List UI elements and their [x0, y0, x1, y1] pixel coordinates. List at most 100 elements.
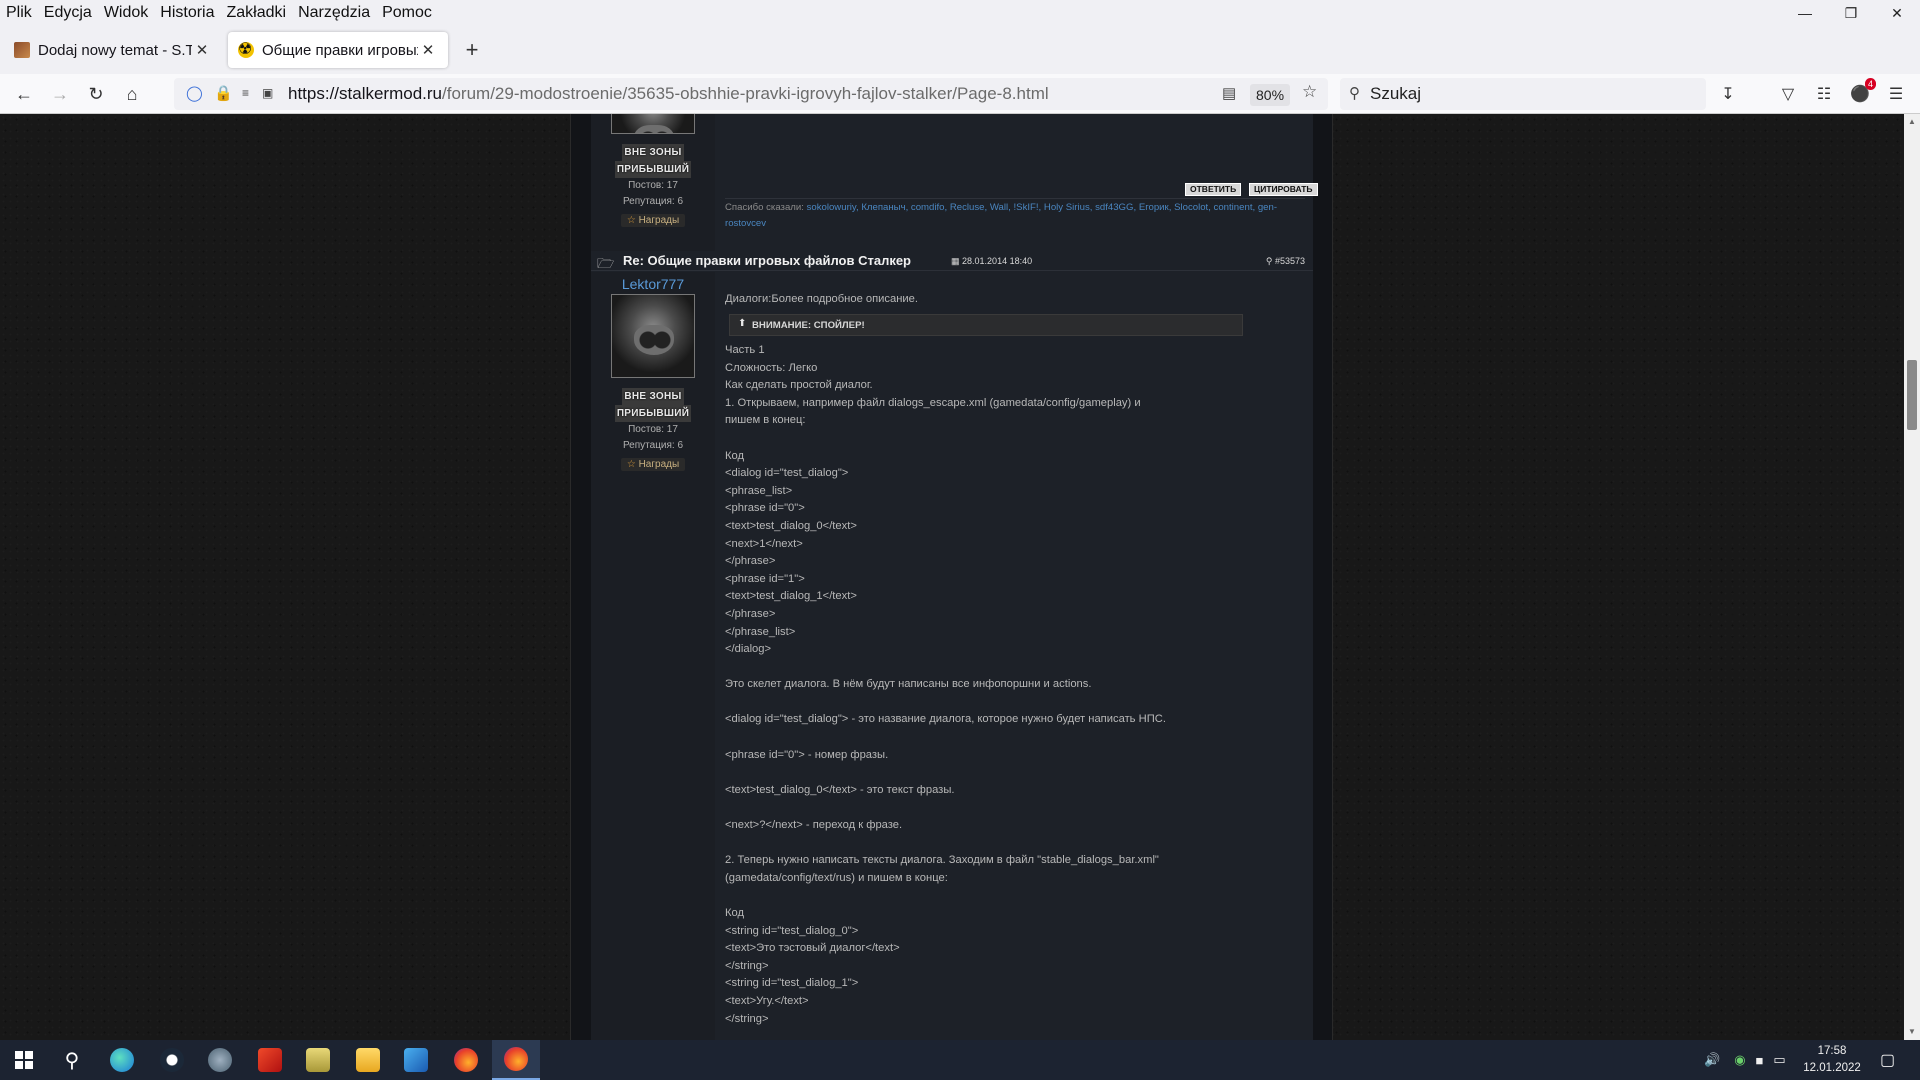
menu-plik[interactable]: Plik	[0, 0, 38, 26]
taskbar-app-globe[interactable]	[196, 1040, 244, 1080]
network-app-icon[interactable]: ◉	[1734, 1052, 1745, 1068]
home-icon[interactable]: ⌂	[120, 82, 144, 106]
taskbar-app-blue[interactable]	[392, 1040, 440, 1080]
close-tab-icon[interactable]: ✕	[418, 41, 438, 59]
library-icon[interactable]: ☷	[1812, 82, 1836, 106]
menu-zakladki[interactable]: Zakładki	[221, 0, 293, 26]
clock[interactable]: 17:58 12.01.2022	[1800, 1043, 1864, 1077]
notifications-icon[interactable]: ▢	[1880, 1040, 1895, 1080]
navigation-bar: ← → ↻ ⌂ ◯ 🔒 ≡ ▣ https://stalkermod.ru/fo…	[0, 74, 1920, 114]
back-icon[interactable]: ←	[12, 82, 36, 106]
taskbar-firefox-active[interactable]	[492, 1040, 540, 1080]
thanks-user[interactable]: comdifo,	[911, 202, 947, 213]
taskbar-file-explorer[interactable]	[344, 1040, 392, 1080]
post-count: Постов: 17	[628, 180, 678, 191]
thanks-user[interactable]: Holy Sirius,	[1044, 202, 1093, 213]
search-icon: ⚲	[1349, 85, 1360, 102]
menu-widok[interactable]: Widok	[98, 0, 154, 26]
page-scrollbar[interactable]: ▲ ▼	[1904, 114, 1920, 1040]
window-controls: — ❐ ✕	[1782, 0, 1920, 26]
scroll-down-icon[interactable]: ▼	[1904, 1024, 1920, 1040]
avatar[interactable]	[611, 294, 695, 378]
pocket-icon[interactable]: ▽	[1776, 82, 1800, 106]
spoiler-label: ВНИМАНИЕ: СПОЙЛЕР!	[752, 320, 865, 331]
thanks-label: Спасибо сказали:	[725, 202, 804, 213]
rank-label: ВНЕ ЗОНЫ ПРИБЫВШИЙ	[591, 388, 715, 422]
zoom-level[interactable]: 80%	[1250, 84, 1291, 106]
awards-button[interactable]: ☆ Награды	[620, 214, 686, 227]
close-window-icon[interactable]: ✕	[1874, 0, 1920, 26]
taskbar-search-button[interactable]: ⚲	[48, 1040, 96, 1080]
menu-edycja[interactable]: Edycja	[38, 0, 98, 26]
tab-obshhie-pravki[interactable]: Общие правки игровых ✕	[228, 32, 448, 68]
thanks-user[interactable]: Клепаныч,	[861, 202, 908, 213]
reload-icon[interactable]: ↻	[84, 82, 108, 106]
security-icon[interactable]: ■	[1756, 1053, 1764, 1068]
taskbar-edge[interactable]	[98, 1040, 146, 1080]
url-path: /forum/29-modostroenie/35635-obshhie-pra…	[442, 84, 1049, 103]
new-tab-icon[interactable]: +	[460, 38, 484, 62]
downloads-icon[interactable]: ↧	[1716, 82, 1740, 106]
awards-label: Награды	[638, 215, 680, 226]
search-bar[interactable]: ⚲	[1340, 78, 1706, 110]
awards-button[interactable]: ☆ Награды	[620, 458, 686, 471]
hamburger-menu-icon[interactable]: ☰	[1884, 82, 1908, 106]
thanks-user[interactable]: continent,	[1214, 202, 1256, 213]
windows-taskbar: ⚲ 🔊 ◉ ■ ▭ 17:58 12.01.2022 ▢	[0, 1040, 1920, 1080]
rank-line-2: ПРИБЫВШИЙ	[614, 161, 692, 178]
thanks-user[interactable]: Егорик,	[1139, 202, 1172, 213]
tab-bar: Dodaj nowy temat - S.T ✕ Общие правки иг…	[0, 26, 1920, 74]
calendar-icon: ▦	[951, 256, 960, 266]
thanks-user[interactable]: Recluse,	[950, 202, 987, 213]
scroll-up-icon[interactable]: ▲	[1904, 114, 1920, 130]
scrollbar-thumb[interactable]	[1907, 360, 1917, 430]
taskbar-firefox[interactable]	[442, 1040, 490, 1080]
quote-button[interactable]: ЦИТИРОВАТЬ	[1249, 183, 1318, 196]
menu-historia[interactable]: Historia	[154, 0, 220, 26]
tracking-protection-icon[interactable]: ◯	[186, 84, 203, 102]
forum-content: ВНЕ ЗОНЫ ПРИБЫВШИЙ Постов: 17 Репутация:…	[591, 114, 1318, 1040]
menu-pomoc[interactable]: Pomoc	[376, 0, 438, 26]
volume-icon[interactable]: 🔊	[1704, 1052, 1720, 1068]
permissions-icon[interactable]: ≡	[242, 86, 249, 100]
post-number[interactable]: ⚲ #53573	[1266, 256, 1305, 267]
steam-icon	[160, 1048, 184, 1072]
author-name-link[interactable]: Lektor777	[591, 274, 715, 294]
restore-icon[interactable]: ❐	[1828, 0, 1874, 26]
tab-dodaj-nowy-temat[interactable]: Dodaj nowy temat - S.T ✕	[4, 32, 222, 68]
prev-post-author: ВНЕ ЗОНЫ ПРИБЫВШИЙ Постов: 17 Репутация:…	[591, 114, 715, 251]
address-bar[interactable]: ◯ 🔒 ≡ ▣ https://stalkermod.ru/forum/29-m…	[174, 78, 1328, 110]
thanks-user[interactable]: sokolowuriy,	[807, 202, 859, 213]
firefox-icon	[504, 1047, 528, 1071]
display-icon[interactable]: ▭	[1773, 1052, 1785, 1068]
taskbar-notepad[interactable]	[294, 1040, 342, 1080]
autoplay-blocked-icon[interactable]: ▣	[262, 86, 273, 100]
lock-icon[interactable]: 🔒	[214, 84, 233, 102]
avatar[interactable]	[611, 114, 695, 134]
minimize-icon[interactable]: —	[1782, 0, 1828, 26]
windows-logo-icon	[15, 1051, 33, 1069]
bookmark-star-icon[interactable]: ☆	[1302, 82, 1317, 102]
post-count: Постов: 17	[628, 424, 678, 435]
post-title[interactable]: Re: Общие правки игровых файлов Сталкер	[623, 253, 911, 268]
reader-view-icon[interactable]: ▤	[1222, 84, 1236, 102]
url-text[interactable]: https://stalkermod.ru/forum/29-modostroe…	[288, 84, 1049, 104]
spoiler-toggle[interactable]: ⬆ ВНИМАНИЕ: СПОЙЛЕР!	[729, 314, 1243, 336]
thanks-user[interactable]: Slocolot,	[1174, 202, 1211, 213]
clock-time: 17:58	[1817, 1045, 1847, 1057]
thanks-user[interactable]: Wall,	[990, 202, 1011, 213]
start-button[interactable]	[0, 1040, 48, 1080]
forward-icon[interactable]: →	[48, 82, 72, 106]
blue-app-icon	[404, 1048, 428, 1072]
close-tab-icon[interactable]: ✕	[192, 41, 212, 59]
ublock-extension-icon[interactable]: ⚫ 4	[1848, 78, 1876, 106]
taskbar-steam[interactable]	[148, 1040, 196, 1080]
taskbar-app-red[interactable]	[246, 1040, 294, 1080]
search-input[interactable]	[1370, 83, 1690, 105]
reply-button[interactable]: ОТВЕТИТЬ	[1185, 183, 1242, 196]
menu-narzedzia[interactable]: Narzędzia	[292, 0, 376, 26]
rank-line-1: ВНЕ ЗОНЫ	[622, 144, 684, 161]
thanks-user[interactable]: !SkIF!,	[1014, 202, 1042, 213]
post-date: ▦ 28.01.2014 18:40	[951, 256, 1032, 267]
thanks-user[interactable]: sdf43GG,	[1095, 202, 1136, 213]
